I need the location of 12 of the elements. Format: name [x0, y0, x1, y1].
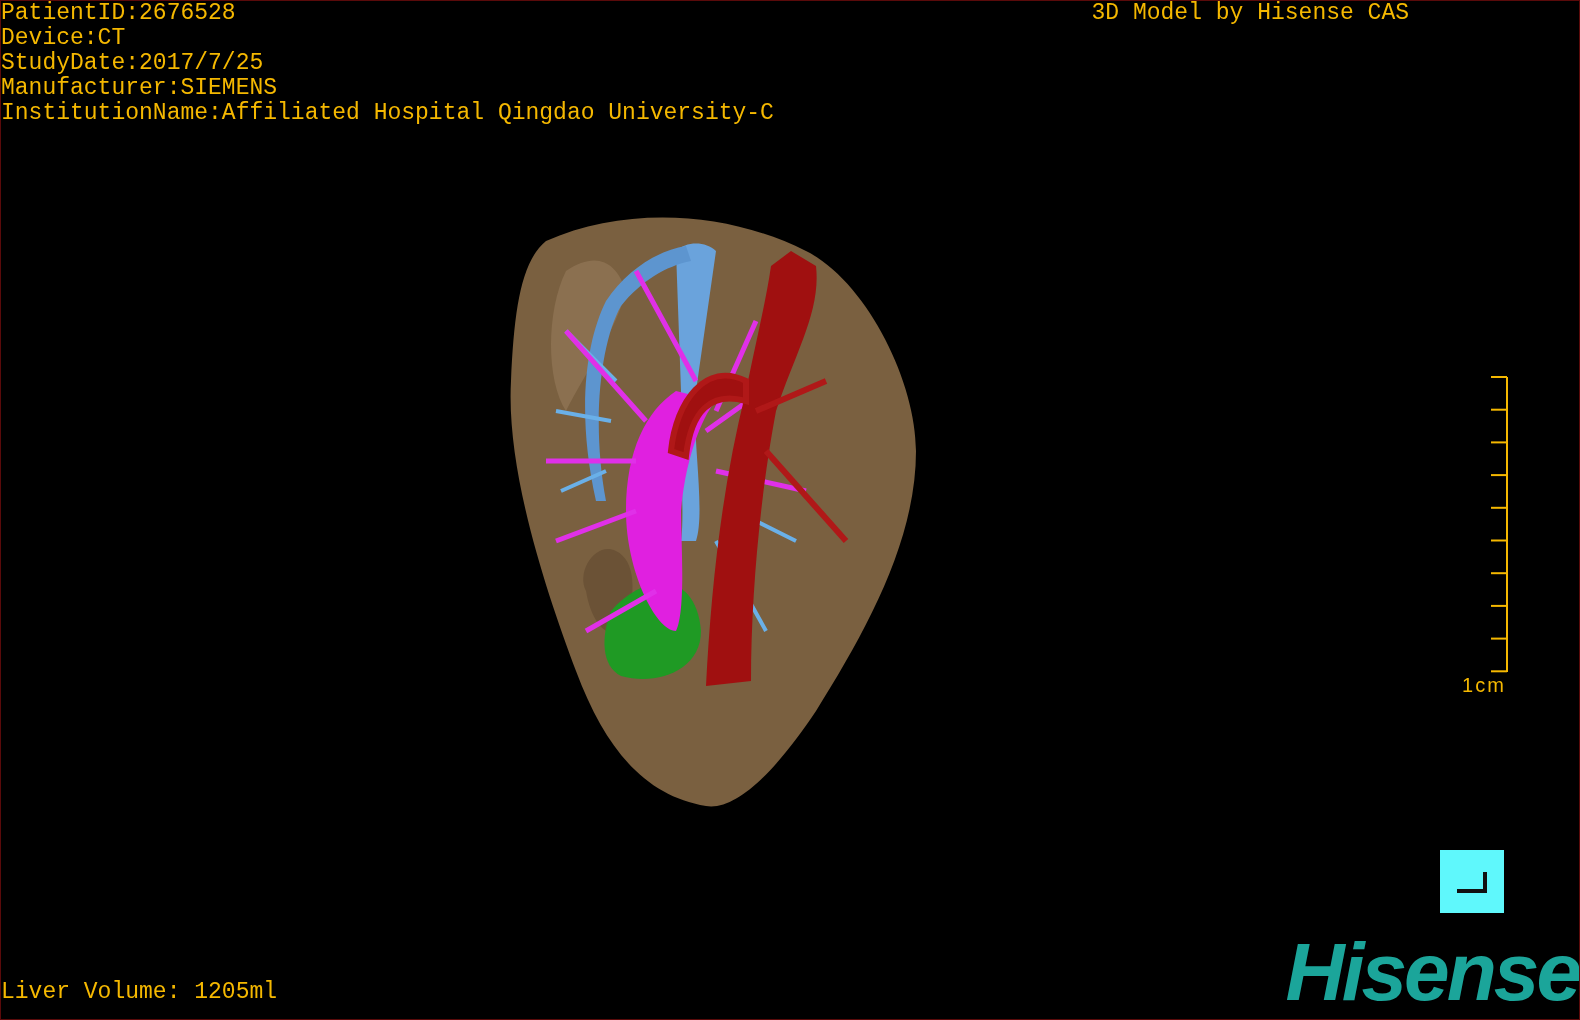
corner-icon — [1455, 869, 1489, 894]
scale-ruler-icon — [1489, 376, 1509, 673]
patient-info-text: InstitutionName:Affiliated Hospital Qingdao University-C — [1, 101, 774, 126]
liver-volume-text: Liver Volume: 1205ml — [1, 980, 278, 1005]
patient-info-text: Device:CT — [1, 26, 127, 51]
patient-info-text: Manufacturer:SIEMENS — [1, 76, 279, 101]
patient-info-text: PatientID:2676528 — [1, 1, 237, 26]
hisense-logo: Hisense — [1285, 931, 1579, 1013]
scale-label: 1cm — [1462, 673, 1506, 697]
model-credit-text: 3D Model by Hisense CAS — [1091, 1, 1409, 26]
patient-info-text: StudyDate:2017/7/25 — [1, 51, 265, 76]
corner-button[interactable] — [1440, 850, 1504, 913]
